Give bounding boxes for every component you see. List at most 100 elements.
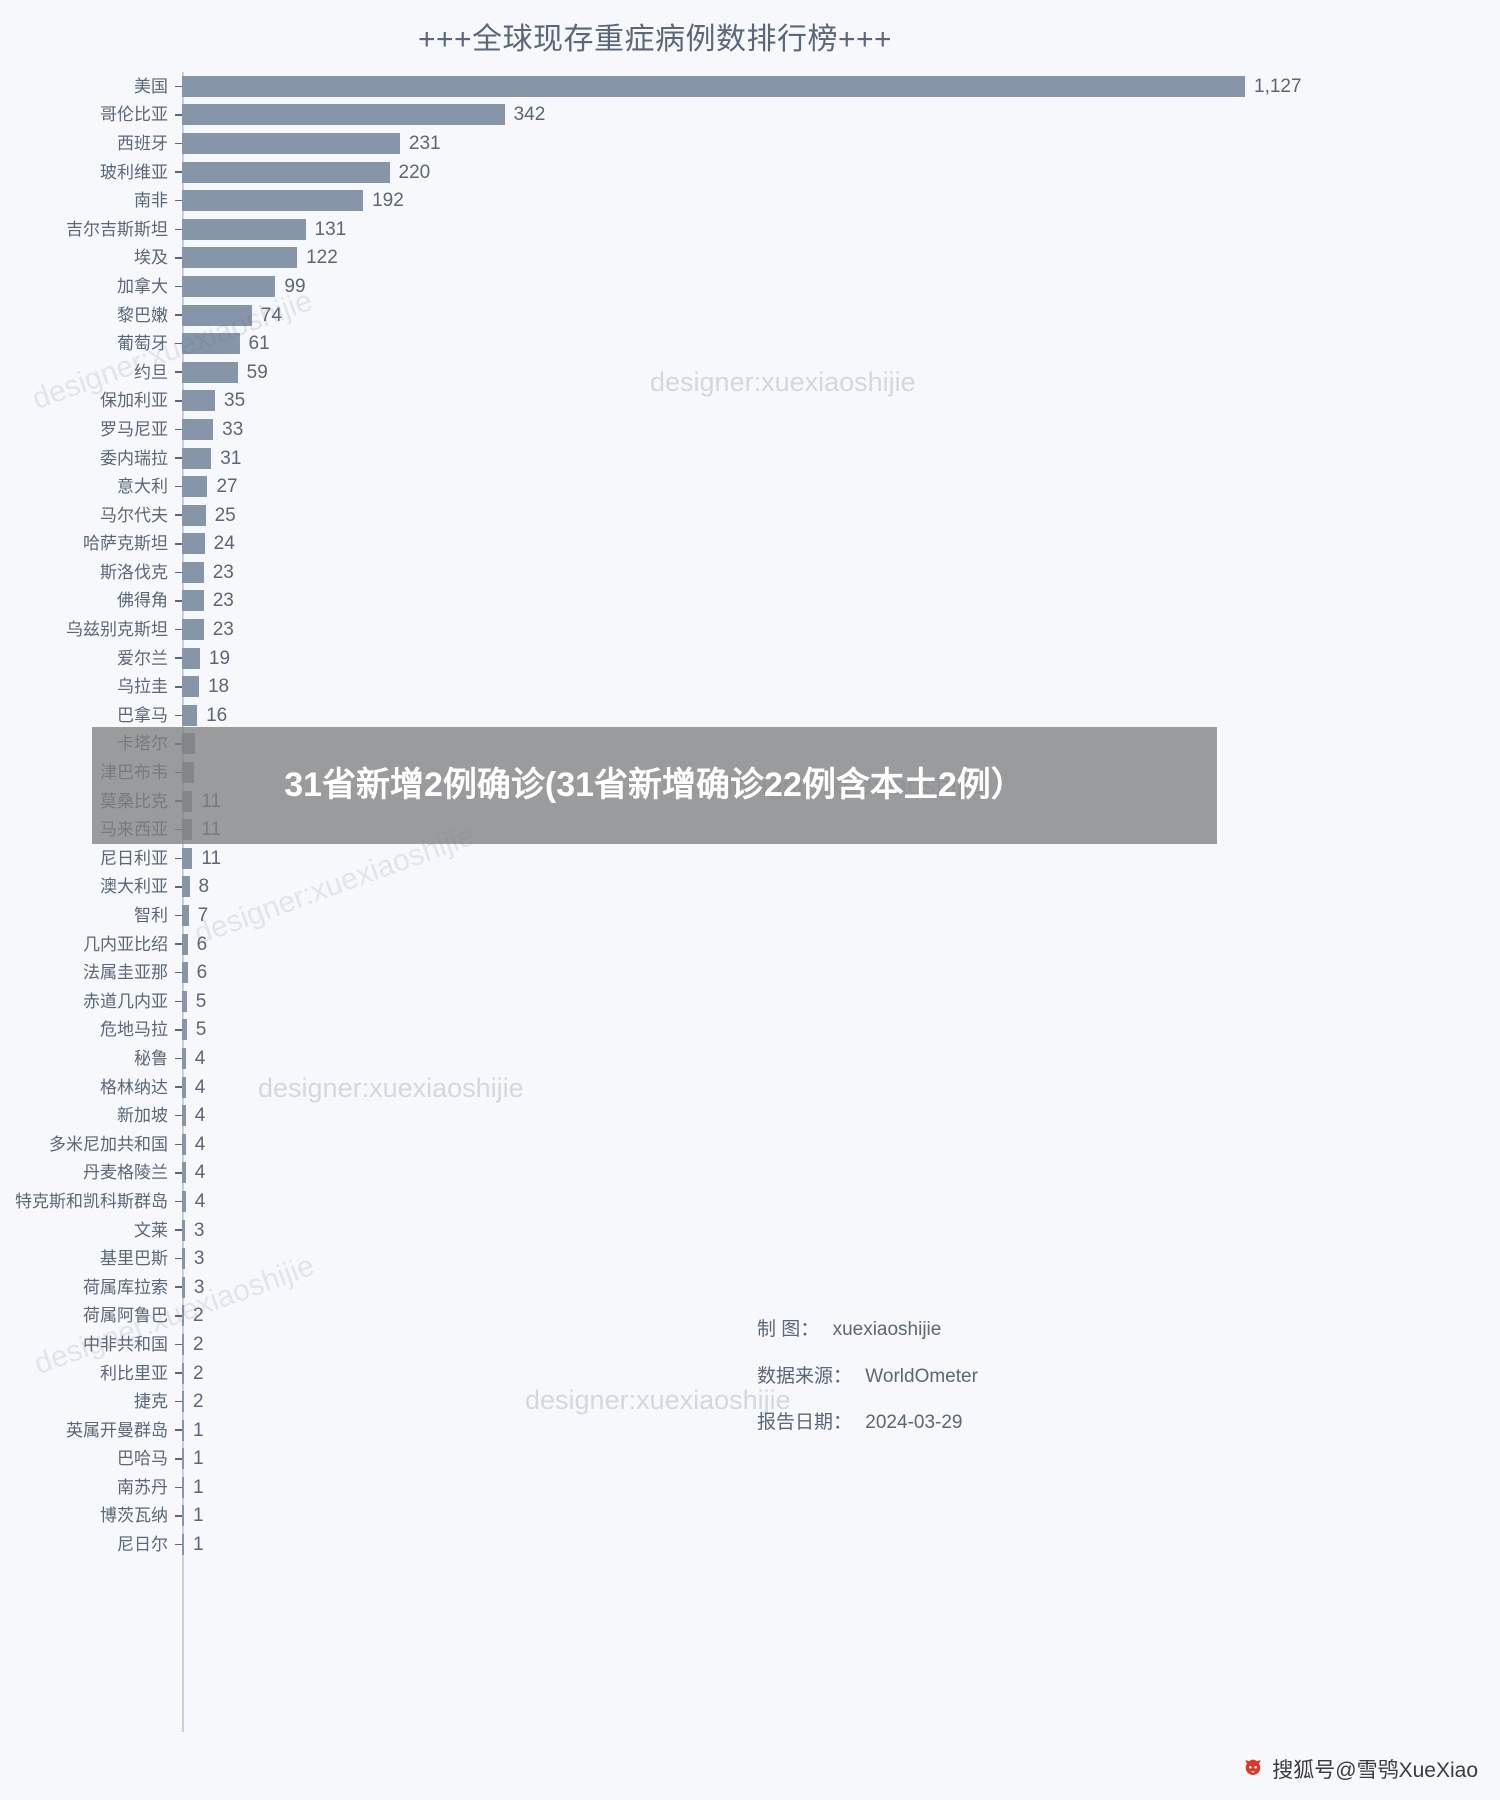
axis-tick — [175, 1057, 182, 1060]
bar-container: 231 — [182, 129, 1500, 158]
bar-category-label: 南苏丹 — [117, 1477, 168, 1497]
bar-row: 特克斯和凯科斯群岛 4 — [0, 1187, 1500, 1216]
bar-value-label: 1 — [193, 1534, 204, 1556]
bar — [182, 275, 276, 297]
bar-row: 玻利维亚 220 — [0, 158, 1500, 187]
bar-row: 斯洛伐克 23 — [0, 558, 1500, 587]
bar-container: 16 — [182, 701, 1500, 730]
axis-tick — [175, 314, 182, 316]
bar-row: 南非 192 — [0, 186, 1500, 215]
bar-category-label: 加拿大 — [117, 276, 168, 296]
bar-row: 捷克 2 — [0, 1387, 1500, 1416]
bar-container: 8 — [182, 873, 1500, 902]
bar — [182, 619, 204, 641]
bar-container: 24 — [182, 530, 1500, 559]
bar-category-label: 委内瑞拉 — [100, 448, 168, 468]
bar — [182, 218, 306, 240]
bar-row: 哈萨克斯坦 24 — [0, 530, 1500, 559]
page-title: +++全球现存重症病例数排行榜+++ — [417, 23, 893, 56]
bar — [182, 533, 205, 555]
data-source-label: 数据来源： — [757, 1366, 853, 1387]
publisher-name: 搜狐号@雪鸮XueXiao — [1272, 1759, 1478, 1782]
axis-tick — [175, 628, 182, 631]
bar-container: 99 — [182, 272, 1500, 301]
axis-tick — [175, 886, 182, 888]
bar-row: 中非共和国 2 — [0, 1330, 1500, 1359]
bar-row: 哥伦比亚 342 — [0, 101, 1500, 130]
overlay-caption-text: 31省新增2例确诊(31省新增确诊22例含本土2例） — [284, 766, 1025, 805]
bar-row: 文莱 3 — [0, 1216, 1500, 1245]
bar-category-label: 荷属库拉索 — [83, 1277, 168, 1297]
bar — [182, 847, 193, 869]
bar-container: 1 — [182, 1473, 1500, 1502]
bar — [182, 905, 189, 927]
bar-row: 利比里亚 2 — [0, 1359, 1500, 1388]
bar-row: 赤道几内亚 5 — [0, 987, 1500, 1016]
bar-row: 保加利亚 35 — [0, 387, 1500, 416]
bar-container: 74 — [182, 301, 1500, 330]
bar-value-label: 3 — [193, 1219, 205, 1241]
bar-category-label: 玻利维亚 — [100, 162, 168, 182]
bar-category-label: 格林纳达 — [100, 1077, 168, 1097]
bar-container: 19 — [182, 644, 1500, 673]
bar-container: 59 — [182, 358, 1500, 387]
bar-container: 23 — [182, 558, 1500, 587]
axis-tick — [175, 1515, 182, 1517]
report-date: 报告日期： 2024-03-29 — [757, 1407, 963, 1434]
bar-row: 罗马尼亚 33 — [0, 415, 1500, 444]
bar-value-label: 2 — [193, 1333, 204, 1355]
bar — [182, 590, 204, 612]
bar — [182, 333, 240, 355]
axis-tick — [175, 1286, 182, 1288]
bar-category-label: 约旦 — [134, 362, 168, 382]
bar-category-label: 乌拉圭 — [117, 677, 168, 697]
axis-tick — [175, 971, 182, 974]
bar-value-label: 35 — [224, 390, 246, 412]
axis-tick — [175, 1315, 182, 1317]
bar-container: 4 — [182, 1187, 1500, 1216]
bar-row: 佛得角 23 — [0, 587, 1500, 616]
axis-tick — [175, 85, 182, 88]
bar-value-label: 23 — [212, 619, 234, 641]
axis-tick — [175, 857, 182, 860]
bar-category-label: 尼日尔 — [117, 1535, 168, 1555]
bar — [182, 704, 198, 726]
bar-container: 4 — [182, 1044, 1500, 1073]
designer-credit-label: 制 图： — [757, 1319, 820, 1340]
bar-row: 智利 7 — [0, 901, 1500, 930]
bar-category-label: 西班牙 — [117, 133, 168, 153]
bar-category-label: 葡萄牙 — [117, 334, 168, 354]
report-date-label: 报告日期： — [757, 1412, 853, 1433]
designer-credit: 制 图： xuexiaoshijie — [757, 1314, 941, 1341]
publisher-badge: 搜狐号@雪鸮XueXiao — [1241, 1754, 1478, 1784]
bar-row: 委内瑞拉 31 — [0, 444, 1500, 473]
bar-row: 法属圭亚那 6 — [0, 958, 1500, 987]
bar — [182, 190, 364, 212]
bar-row: 尼日利亚 11 — [0, 844, 1500, 873]
bar-category-label: 秘鲁 — [134, 1048, 168, 1068]
bar-category-label: 埃及 — [134, 248, 168, 268]
axis-tick — [175, 1172, 182, 1174]
chart-root: +++全球现存重症病例数排行榜+++ 美国 1,127 哥伦比亚 342 西班牙 231 玻… — [0, 0, 1500, 1800]
bar-container: 61 — [182, 329, 1500, 358]
axis-tick — [175, 1200, 182, 1203]
bar-row: 多米尼加共和国 4 — [0, 1130, 1500, 1159]
bar-value-label: 99 — [284, 275, 306, 297]
bar-container: 192 — [182, 186, 1500, 215]
bar-value-label: 2 — [193, 1362, 204, 1384]
bar-value-label: 16 — [206, 704, 228, 726]
bar-value-label: 59 — [246, 361, 268, 383]
bar-value-label: 25 — [214, 504, 236, 526]
axis-tick — [175, 1486, 182, 1489]
bar-value-label: 1 — [193, 1505, 204, 1527]
axis-tick — [175, 457, 182, 459]
bar-value-label: 61 — [248, 333, 270, 355]
bar-row: 几内亚比绍 6 — [0, 930, 1500, 959]
axis-tick — [175, 1429, 182, 1431]
bar — [182, 304, 252, 326]
bar — [182, 247, 298, 269]
bar-category-label: 澳大利亚 — [100, 877, 168, 897]
bar-category-label: 几内亚比绍 — [83, 934, 168, 954]
bar-container: 1 — [182, 1445, 1500, 1474]
bar-value-label: 3 — [193, 1248, 205, 1270]
